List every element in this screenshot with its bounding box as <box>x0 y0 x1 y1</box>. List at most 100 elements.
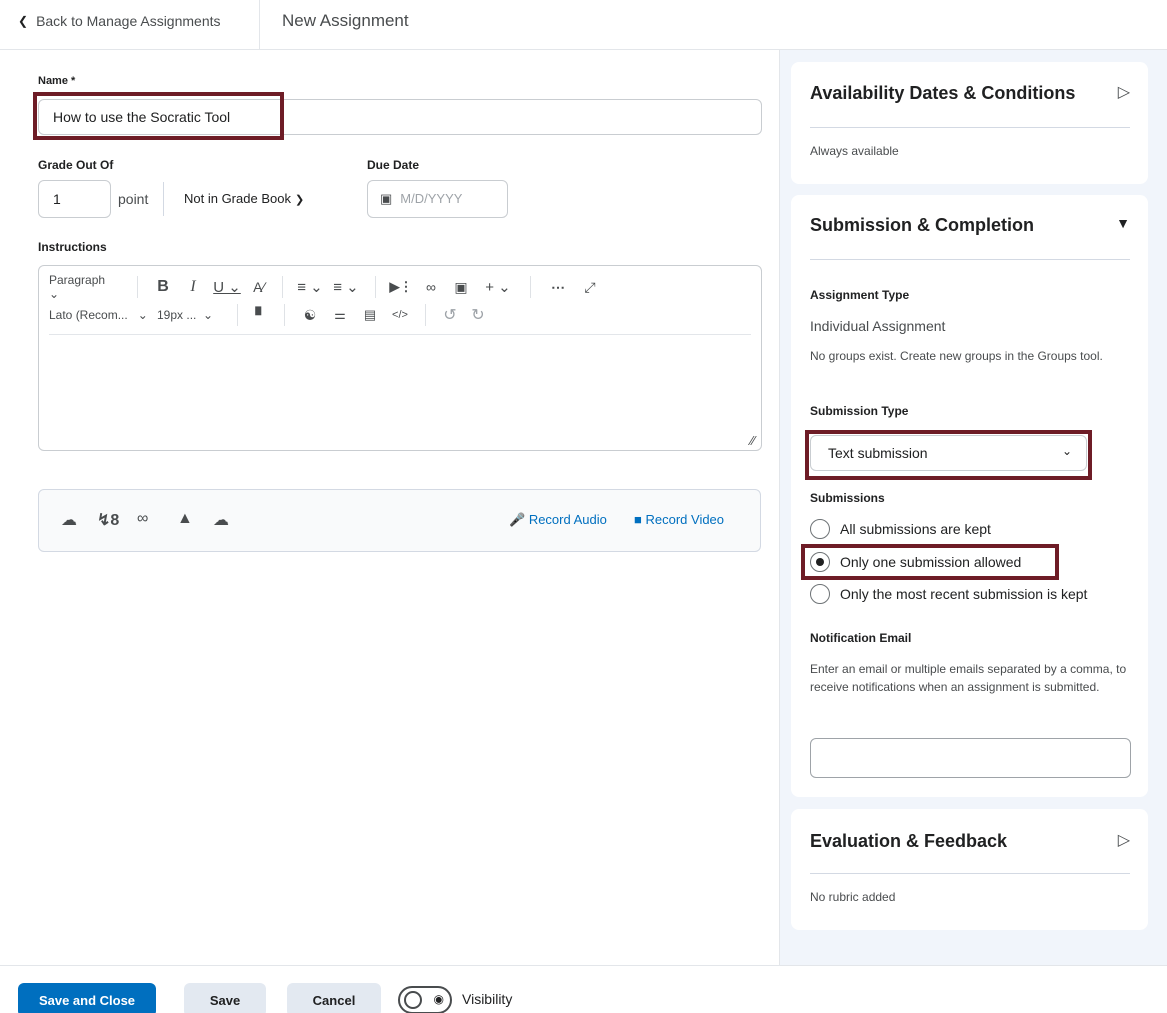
toolbar-separator <box>282 276 283 298</box>
plus-icon[interactable]: + ⌄ <box>476 278 520 296</box>
card-divider <box>810 127 1130 128</box>
radio-label: All submissions are kept <box>840 521 991 537</box>
submission-completion-card: Submission & Completion ▼ Assignment Typ… <box>791 195 1148 797</box>
radio-only-one-submission[interactable]: Only one submission allowed <box>810 552 1021 572</box>
record-audio-label: Record Audio <box>528 512 607 527</box>
find-replace-icon[interactable]: ▤ <box>355 307 385 323</box>
accessibility-icon[interactable]: ☯ <box>295 307 325 324</box>
upload-icon[interactable]: ☁ <box>61 510 77 530</box>
radio-most-recent-kept[interactable]: Only the most recent submission is kept <box>810 584 1087 604</box>
video-camera-icon: ■ <box>634 512 642 527</box>
chevron-down-icon: ❯ <box>294 194 305 206</box>
more-icon[interactable]: ⋯ <box>541 279 575 296</box>
divider-icon[interactable]: ⚌ <box>325 307 355 323</box>
onedrive-icon[interactable]: ☁ <box>213 510 229 530</box>
card-divider <box>810 873 1130 874</box>
expand-arrow-icon[interactable]: ▷ <box>1118 830 1130 850</box>
format-painter-icon[interactable]: ▘ <box>248 307 274 324</box>
quicklink-icon[interactable]: ↯8 <box>97 510 119 530</box>
bottom-action-bar: Save and Close Save Cancel ◉ Visibility <box>0 965 1167 1013</box>
instructions-label: Instructions <box>38 240 107 254</box>
editor-toolbar-divider <box>49 334 751 335</box>
toolbar-separator <box>530 276 531 298</box>
submission-type-select[interactable]: Text submission ⌄ <box>810 435 1087 471</box>
assignment-type-label: Assignment Type <box>810 288 910 302</box>
link-icon[interactable]: ∞ <box>416 279 446 295</box>
grade-out-of-label: Grade Out Of <box>38 158 114 172</box>
microphone-icon: 🎤 <box>509 512 526 527</box>
font-size-select[interactable]: 19px ... ⌄ <box>157 308 227 322</box>
radio-all-submissions-kept[interactable]: All submissions are kept <box>810 519 991 539</box>
eye-slash-icon: ◉ <box>433 992 444 1006</box>
grade-book-label: Not in Grade Book <box>184 191 291 206</box>
availability-status: Always available <box>810 144 899 158</box>
font-family-label: Lato (Recom... <box>49 308 128 322</box>
notification-email-note: Enter an email or multiple emails separa… <box>810 662 1127 694</box>
due-date-placeholder: M/D/YYYY <box>400 191 463 206</box>
visibility-toggle[interactable]: ◉ <box>398 986 452 1013</box>
undo-icon[interactable]: ↺ <box>436 305 464 325</box>
font-size-label: 19px ... <box>157 308 197 322</box>
google-drive-icon[interactable]: ▲ <box>177 510 193 528</box>
italic-icon[interactable]: I <box>178 278 208 296</box>
cancel-button[interactable]: Cancel <box>287 983 381 1013</box>
radio-circle <box>810 584 830 604</box>
redo-icon[interactable]: ↻ <box>464 305 492 325</box>
insert-stuff-icon[interactable]: ▶⋮ <box>386 279 416 295</box>
source-code-icon[interactable]: </> <box>385 309 415 321</box>
expand-arrow-icon[interactable]: ▷ <box>1118 82 1130 102</box>
paragraph-format-label: Paragraph <box>49 273 106 287</box>
submission-type-value: Text submission <box>828 445 928 461</box>
grade-input[interactable]: 1 <box>38 180 111 218</box>
card-divider <box>810 259 1130 260</box>
paragraph-format-select[interactable]: Paragraph ⌄ <box>49 273 127 301</box>
submission-completion-title[interactable]: Submission & Completion <box>810 215 1034 236</box>
groups-note: No groups exist. Create new groups in th… <box>810 349 1103 363</box>
back-to-manage-assignments-link[interactable]: ❮ Back to Manage Assignments <box>18 13 221 29</box>
save-and-close-button[interactable]: Save and Close <box>18 983 156 1013</box>
evaluation-feedback-title[interactable]: Evaluation & Feedback <box>810 831 1007 852</box>
radio-label: Only the most recent submission is kept <box>840 586 1088 602</box>
notification-email-input[interactable] <box>810 738 1131 778</box>
grade-book-dropdown[interactable]: Not in Grade Book ❯ <box>184 191 304 206</box>
chevron-down-icon: ⌄ <box>1061 444 1072 458</box>
fullscreen-icon[interactable]: ⤢ <box>575 279 605 296</box>
page-title: New Assignment <box>282 11 409 30</box>
availability-card: Availability Dates & Conditions ▷ Always… <box>791 62 1148 184</box>
notification-email-label: Notification Email <box>810 631 912 645</box>
radio-circle-selected <box>810 552 830 572</box>
instructions-editor[interactable]: Paragraph ⌄ B I U ⌄ A∕ ≡ ⌄ ≡ ⌄ ▶⋮ ∞ ▣ + … <box>38 265 762 451</box>
toolbar-separator <box>137 276 138 298</box>
editor-toolbar-row-2: Lato (Recom... ⌄ 19px ... ⌄ ▘ ☯ ⚌ ▤ </> … <box>49 302 492 328</box>
font-family-select[interactable]: Lato (Recom... ⌄ <box>49 308 157 322</box>
submissions-label: Submissions <box>810 491 885 505</box>
attachments-bar: ☁ ↯8 ∞ ▲ ☁ 🎤 Record Audio ■ Record Video <box>38 489 761 552</box>
font-color-icon[interactable]: A∕ <box>246 279 272 295</box>
radio-dot <box>816 558 824 566</box>
submission-type-label: Submission Type <box>810 404 909 418</box>
bold-icon[interactable]: B <box>148 278 178 296</box>
visibility-label: Visibility <box>462 991 513 1007</box>
save-button[interactable]: Save <box>184 983 266 1013</box>
due-date-input[interactable]: ▣ M/D/YYYY <box>367 180 508 218</box>
align-icon[interactable]: ≡ ⌄ <box>293 278 327 296</box>
link-icon[interactable]: ∞ <box>137 510 148 528</box>
record-video-label: Record Video <box>645 512 725 527</box>
record-audio-button[interactable]: 🎤 Record Audio <box>509 512 607 528</box>
name-input[interactable]: How to use the Socratic Tool <box>38 99 762 135</box>
record-video-button[interactable]: ■ Record Video <box>634 512 724 527</box>
grade-unit-label: point <box>118 191 149 207</box>
list-icon[interactable]: ≡ ⌄ <box>327 278 365 296</box>
collapse-arrow-icon[interactable]: ▼ <box>1116 215 1130 231</box>
toggle-knob <box>404 991 422 1009</box>
image-icon[interactable]: ▣ <box>446 279 476 296</box>
topbar-divider <box>259 0 260 50</box>
underline-icon[interactable]: U ⌄ <box>208 278 246 296</box>
toolbar-separator <box>284 304 285 326</box>
availability-title[interactable]: Availability Dates & Conditions <box>810 83 1075 104</box>
resize-handle-icon[interactable]: ∕∕ <box>751 433 755 448</box>
grade-divider <box>163 182 164 216</box>
toolbar-separator <box>425 304 426 326</box>
evaluation-feedback-card: Evaluation & Feedback ▷ No rubric added <box>791 809 1148 930</box>
toolbar-separator <box>237 304 238 326</box>
